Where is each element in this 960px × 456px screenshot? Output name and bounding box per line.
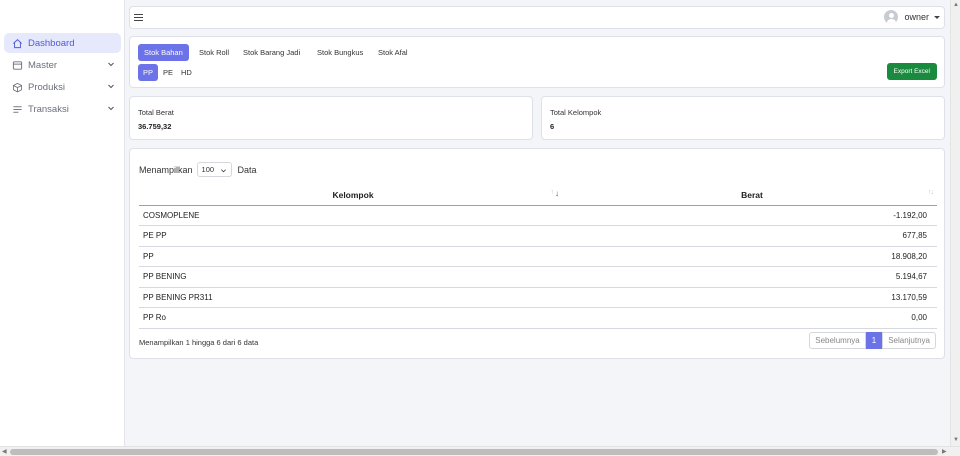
scroll-right-arrow-icon[interactable]: ▶ — [942, 447, 947, 456]
chevron-down-icon — [108, 106, 114, 111]
column-header-berat[interactable]: Berat ↑↓ — [567, 185, 937, 206]
sort-icon: ↑ — [550, 189, 554, 196]
sidebar-item-label: Transaksi — [28, 103, 69, 115]
vertical-scrollbar[interactable]: ▲ ▼ — [950, 0, 960, 446]
home-icon — [12, 38, 23, 49]
table-row: COSMOPLENE -1.192,00 — [139, 205, 937, 226]
total-berat-label: Total Berat — [138, 108, 174, 117]
total-kelompok-card: Total Kelompok 6 — [541, 96, 945, 140]
sidebar: Dashboard Master Produksi Transaksi — [0, 0, 125, 446]
scroll-up-arrow-icon[interactable]: ▲ — [953, 0, 959, 10]
sidebar-item-transaksi[interactable]: Transaksi — [4, 99, 121, 119]
pagination-next-button[interactable]: Selanjutnya — [882, 332, 936, 349]
chevron-down-icon — [220, 169, 226, 173]
cell-berat: 0,00 — [567, 307, 937, 329]
length-prefix: Menampilkan — [139, 164, 193, 175]
chevron-down-icon — [108, 62, 114, 67]
cell-kelompok: PP BENING — [139, 266, 567, 288]
sidebar-item-label: Produksi — [28, 81, 65, 93]
cell-kelompok: PP Ro — [139, 307, 567, 329]
tab-stok-bahan[interactable]: Stok Bahan — [138, 44, 189, 61]
sort-icon: ↑↓ — [928, 189, 934, 196]
horizontal-scrollbar[interactable]: ◀ ▶ — [0, 446, 960, 456]
sidebar-item-master[interactable]: Master — [4, 55, 121, 75]
table-header-row: Kelompok ↑ ↓ Berat ↑↓ — [139, 185, 937, 206]
page-length-control: Menampilkan 100 Data — [139, 162, 257, 177]
user-name: owner — [904, 12, 929, 22]
cell-berat: 5.194,67 — [567, 266, 937, 288]
chevron-down-icon — [108, 84, 114, 89]
page-length-select[interactable]: 100 — [196, 162, 232, 177]
table-row: PP Ro 0,00 — [139, 307, 937, 329]
length-suffix: Data — [237, 164, 257, 175]
cell-berat: 13.170,59 — [567, 287, 937, 308]
subtab-pp[interactable]: PP — [138, 64, 159, 81]
cell-kelompok: PP BENING PR311 — [139, 287, 567, 308]
export-excel-button[interactable]: Export Excel — [886, 63, 937, 80]
cell-kelompok: COSMOPLENE — [139, 205, 567, 226]
total-berat-value: 36.759,32 — [138, 122, 172, 131]
sidebar-item-label: Master — [28, 59, 58, 71]
column-label: Kelompok — [332, 189, 374, 200]
sidebar-item-dashboard[interactable]: Dashboard — [4, 33, 121, 53]
tab-stok-afal[interactable]: Stok Afal — [372, 44, 414, 61]
tab-stok-roll[interactable]: Stok Roll — [193, 44, 235, 61]
stock-table: Kelompok ↑ ↓ Berat ↑↓ COSMOPLENE -1.192,… — [139, 185, 937, 329]
table-row: PP BENING 5.194,67 — [139, 266, 937, 288]
table-info: Menampilkan 1 hingga 6 dari 6 data — [139, 338, 259, 347]
cell-berat: 18.908,20 — [567, 246, 937, 267]
pagination: Sebelumnya 1 Selanjutnya — [809, 332, 936, 349]
total-berat-card: Total Berat 36.759,32 — [129, 96, 533, 140]
tab-stok-barang-jadi[interactable]: Stok Barang Jadi — [237, 44, 306, 61]
avatar — [884, 10, 899, 24]
pagination-page-1[interactable]: 1 — [865, 332, 883, 349]
table-row: PP 18.908,20 — [139, 246, 937, 267]
cell-berat: -1.192,00 — [567, 205, 937, 226]
sidebar-item-label: Dashboard — [28, 37, 75, 49]
top-navbar: owner — [129, 6, 945, 29]
cell-kelompok: PE PP — [139, 225, 567, 247]
list-icon — [12, 104, 23, 115]
column-header-kelompok[interactable]: Kelompok ↑ ↓ — [139, 185, 567, 206]
main-content: owner Stok Bahan Stok Roll Stok Barang J… — [125, 0, 950, 446]
stock-table-card: Menampilkan 100 Data Kelompok ↑ ↓ Berat … — [129, 148, 945, 359]
horizontal-scroll-thumb[interactable] — [10, 449, 938, 455]
hamburger-menu-icon[interactable] — [134, 13, 143, 22]
column-label: Berat — [741, 189, 763, 200]
total-kelompok-label: Total Kelompok — [550, 108, 602, 117]
pagination-prev-button[interactable]: Sebelumnya — [809, 332, 866, 349]
subtab-pe[interactable]: PE — [158, 64, 178, 81]
tab-stok-bungkus[interactable]: Stok Bungkus — [311, 44, 369, 61]
cell-berat: 677,85 — [567, 225, 937, 247]
table-row: PP BENING PR311 13.170,59 — [139, 287, 937, 308]
sort-desc-icon: ↓ — [555, 189, 559, 198]
table-row: PE PP 677,85 — [139, 225, 937, 247]
scroll-left-arrow-icon[interactable]: ◀ — [2, 447, 7, 456]
user-menu[interactable]: owner — [884, 10, 940, 24]
cell-kelompok: PP — [139, 246, 567, 267]
sidebar-item-produksi[interactable]: Produksi — [4, 77, 121, 97]
scroll-down-arrow-icon[interactable]: ▼ — [953, 435, 959, 445]
caret-down-icon — [934, 15, 940, 19]
subtab-hd[interactable]: HD — [176, 64, 197, 81]
page-length-value: 100 — [201, 165, 215, 174]
stock-tabs-card: Stok Bahan Stok Roll Stok Barang Jadi St… — [129, 36, 945, 88]
box-icon — [12, 82, 23, 93]
window-icon — [12, 60, 23, 71]
total-kelompok-value: 6 — [550, 122, 555, 131]
